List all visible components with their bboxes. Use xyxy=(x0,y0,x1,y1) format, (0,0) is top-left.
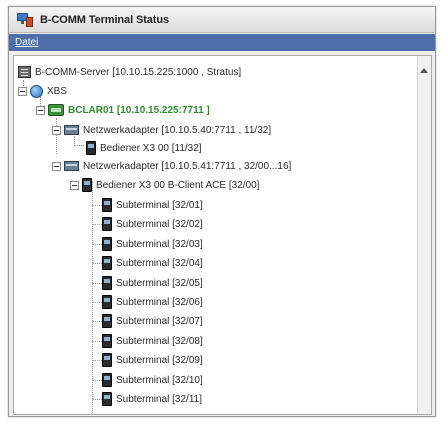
subterminal-icon xyxy=(102,256,112,270)
subterminal-label: Subterminal [32/10] xyxy=(116,374,203,386)
subterminal-icon xyxy=(102,392,112,406)
subterminal-label: Subterminal [32/11] xyxy=(116,393,202,405)
subterminal-icon xyxy=(102,334,112,348)
window-title: B-COMM Terminal Status xyxy=(40,13,169,26)
network-globe-icon xyxy=(30,84,43,98)
tree-row-subterminal[interactable]: Subterminal [32/10] xyxy=(102,372,203,388)
tree-row-adapter-1[interactable]: Netzwerkadapter [10.10.5.40:7711 , 11/32… xyxy=(52,122,271,138)
adapter-1-label: Netzwerkadapter [10.10.5.40:7711 , 11/32… xyxy=(83,124,272,136)
terminal-status-app-icon xyxy=(17,12,33,27)
tree-row-subterminal[interactable]: Subterminal [32/06] xyxy=(102,294,203,310)
adapter-1-child-label: Bediener X3 00 [11/32] xyxy=(100,142,202,154)
title-bar[interactable]: B-COMM Terminal Status xyxy=(9,7,435,33)
host-label: BCLAR01 [10.10.15.225:7711 ] xyxy=(68,104,210,116)
vertical-scrollbar[interactable] xyxy=(417,56,431,414)
tree-row-client[interactable]: Bediener X3 00 B-Client ACE [32/00] xyxy=(70,177,259,193)
menu-datei[interactable]: Datei xyxy=(15,37,38,48)
subterminal-label: Subterminal [32/06] xyxy=(116,296,203,308)
tree-row-adapter-2[interactable]: Netzwerkadapter [10.10.5.41:7711 , 32/00… xyxy=(52,158,291,174)
client-label: Bediener X3 00 B-Client ACE [32/00] xyxy=(96,179,260,191)
tree-row-root[interactable]: XBS xyxy=(18,83,67,99)
subterminal-icon xyxy=(102,237,112,251)
root-label: XBS xyxy=(47,85,68,97)
terminal-icon xyxy=(86,141,96,155)
subterminal-icon xyxy=(102,198,112,212)
tree-row-subterminal[interactable]: Subterminal [32/02] xyxy=(102,216,203,232)
subterminal-label: Subterminal [32/07] xyxy=(116,315,203,327)
network-adapter-icon xyxy=(64,125,79,135)
collapse-adapter-2-icon[interactable] xyxy=(52,161,61,171)
subterminal-icon xyxy=(102,373,112,387)
tree-row-subterminal[interactable]: Subterminal [32/07] xyxy=(102,313,203,329)
host-network-icon xyxy=(48,104,64,116)
menu-bar: Datei xyxy=(9,34,435,51)
terminal-icon xyxy=(82,178,92,192)
subterminal-icon xyxy=(102,276,112,290)
tree-row-subterminal[interactable]: Subterminal [32/08] xyxy=(102,333,203,349)
tree-row-subterminal[interactable]: Subterminal [32/11] xyxy=(102,391,202,407)
subterminal-label: Subterminal [32/08] xyxy=(116,335,203,347)
terminal-status-window: B-COMM Terminal Status Datei B-COMM-Serv… xyxy=(8,6,436,417)
subterminal-icon xyxy=(102,314,112,328)
tree-row-subterminal[interactable]: Subterminal [32/01] xyxy=(102,197,203,213)
subterminal-label: Subterminal [32/09] xyxy=(116,354,203,366)
tree-row-subterminal[interactable]: Subterminal [32/09] xyxy=(102,352,203,368)
tree-row-server[interactable]: B-COMM-Server [10.10.15.225:1000 , Strat… xyxy=(18,64,241,80)
subterminal-label: Subterminal [32/01] xyxy=(116,199,203,211)
collapse-adapter-1-icon[interactable] xyxy=(52,125,61,135)
subterminal-icon xyxy=(102,353,112,367)
scroll-up-arrow-icon[interactable] xyxy=(420,68,428,73)
tree-row-host[interactable]: BCLAR01 [10.10.15.225:7711 ] xyxy=(36,102,210,118)
collapse-root-icon[interactable] xyxy=(18,86,27,96)
subterminal-label: Subterminal [32/05] xyxy=(116,277,203,289)
subterminal-icon xyxy=(102,295,112,309)
server-icon xyxy=(18,66,31,78)
network-adapter-icon xyxy=(64,161,79,171)
server-label: B-COMM-Server [10.10.15.225:1000 , Strat… xyxy=(35,66,242,78)
subterminal-label: Subterminal [32/03] xyxy=(116,238,203,250)
subterminal-label: Subterminal [32/02] xyxy=(116,218,203,230)
adapter-2-label: Netzwerkadapter [10.10.5.41:7711 , 32/00… xyxy=(83,160,292,172)
terminal-tree[interactable]: B-COMM-Server [10.10.15.225:1000 , Strat… xyxy=(13,55,432,415)
tree-row-subterminal[interactable]: Subterminal [32/05] xyxy=(102,275,203,291)
collapse-client-icon[interactable] xyxy=(70,180,79,190)
tree-row-subterminal[interactable]: Subterminal [32/03] xyxy=(102,236,203,252)
tree-row-adapter-1-terminal[interactable]: Bediener X3 00 [11/32] xyxy=(86,140,202,156)
collapse-host-icon[interactable] xyxy=(36,105,45,115)
subterminal-icon xyxy=(102,217,112,231)
tree-row-subterminal[interactable]: Subterminal [32/04] xyxy=(102,255,203,271)
subterminal-label: Subterminal [32/04] xyxy=(116,257,203,269)
